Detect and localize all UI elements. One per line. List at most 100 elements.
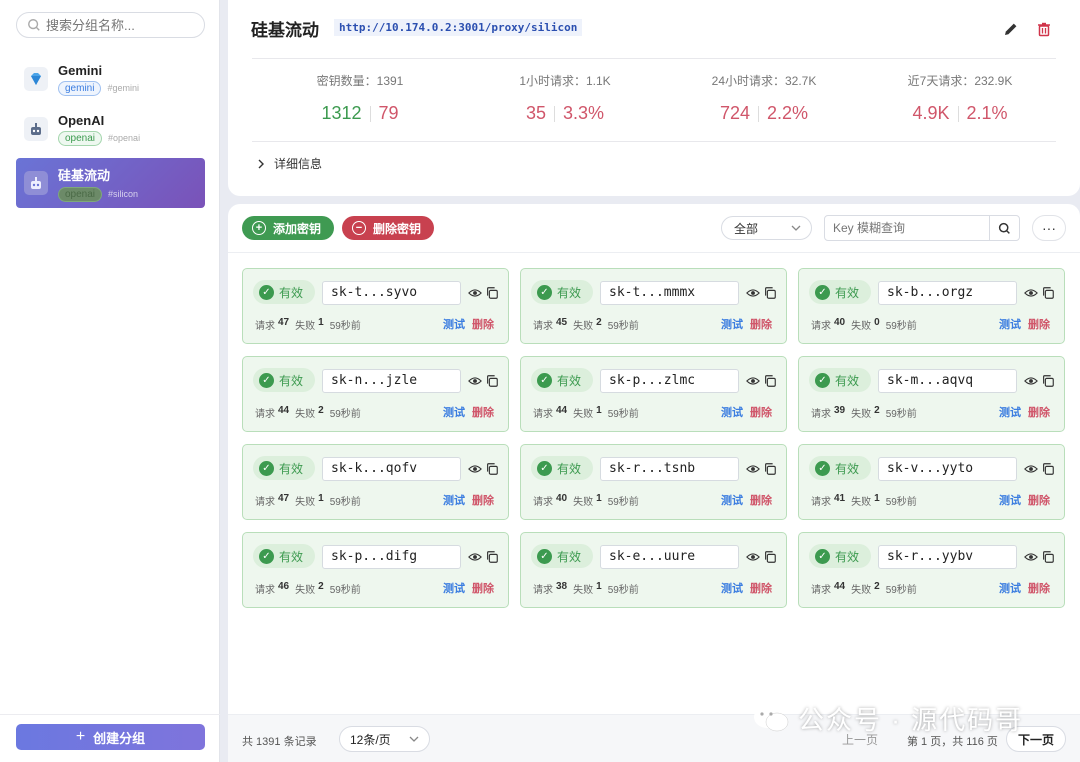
add-key-button[interactable]: + 添加密钥 [242,216,334,240]
eye-icon[interactable] [468,550,482,564]
remove-key-button[interactable]: 删除 [750,580,772,596]
edit-icon[interactable] [1003,21,1019,37]
test-key-button[interactable]: 测试 [999,580,1021,596]
key-value-field[interactable]: sk-b...orgz [878,281,1017,305]
group-item-silicon[interactable]: 硅基流动 openai #silicon [16,158,205,208]
stat-fail-rate: 3.3% [563,103,605,123]
check-circle-icon: ✓ [537,460,552,476]
test-key-button[interactable]: 测试 [721,580,743,596]
key-value-field[interactable]: sk-r...tsnb [600,457,739,481]
test-key-button[interactable]: 测试 [443,580,465,596]
key-value-field[interactable]: sk-v...yyto [878,457,1017,481]
remove-key-button[interactable]: 删除 [1028,492,1050,508]
copy-icon[interactable] [763,374,777,388]
key-usage-stats: 请求 40 失败 0 59秒前 [811,317,917,332]
request-label: 请求 [533,497,553,508]
fail-count: 1 [874,493,880,504]
request-count: 44 [834,581,846,592]
key-card: ✓ 有效 sk-e...uure 请求 38 失败 1 59秒前 测试 删除 [520,532,787,608]
last-used-time: 59秒前 [607,497,639,508]
page-size-select[interactable]: 12条/页 [339,726,430,752]
remove-key-button[interactable]: 删除 [1028,580,1050,596]
test-key-button[interactable]: 测试 [721,404,743,420]
remove-key-button[interactable]: 删除 [750,492,772,508]
group-search-input[interactable] [46,17,196,33]
copy-icon[interactable] [763,462,777,476]
status-filter-select[interactable]: 全部 [721,216,812,240]
copy-icon[interactable] [763,286,777,300]
test-key-button[interactable]: 测试 [721,492,743,508]
key-value-field[interactable]: sk-t...mmmx [600,281,739,305]
test-key-button[interactable]: 测试 [999,404,1021,420]
key-value-field[interactable]: sk-e...uure [600,545,739,569]
key-value-field[interactable]: sk-k...qofv [322,457,461,481]
copy-icon[interactable] [1041,462,1055,476]
key-value-field[interactable]: sk-r...yybv [878,545,1017,569]
remove-key-button[interactable]: 删除 [750,404,772,420]
divider [252,58,1056,59]
details-toggle[interactable]: 详细信息 [256,155,322,172]
test-key-button[interactable]: 测试 [443,316,465,332]
test-key-button[interactable]: 测试 [721,316,743,332]
remove-key-button[interactable]: 删除 [472,580,494,596]
copy-icon[interactable] [1041,550,1055,564]
group-item-gemini[interactable]: Gemini gemini #gemini [16,54,205,104]
fail-label: 失败 [295,585,316,596]
fail-label: 失败 [851,409,872,420]
remove-key-button[interactable]: 删除 [1028,404,1050,420]
key-status: 有效 [557,373,582,388]
remove-key-button[interactable]: 删除 [472,492,494,508]
test-key-button[interactable]: 测试 [999,492,1021,508]
copy-icon[interactable] [485,286,499,300]
remove-key-button[interactable]: 删除 [472,316,494,332]
eye-icon[interactable] [1024,374,1038,388]
copy-icon[interactable] [1041,286,1055,300]
page-title: 硅基流动 [251,21,319,40]
key-search-button[interactable] [989,216,1019,240]
group-id: #openai [108,133,141,143]
eye-icon[interactable] [1024,462,1038,476]
key-value-field[interactable]: sk-n...jzle [322,369,461,393]
fail-count: 2 [318,405,324,416]
stat-fail-rate: 2.1% [966,103,1008,123]
group-item-openai[interactable]: OpenAI openai #openai [16,104,205,154]
key-value-field[interactable]: sk-t...syvo [322,281,461,305]
create-group-button[interactable]: + 创建分组 [16,724,205,750]
fail-count: 2 [874,581,880,592]
eye-icon[interactable] [468,286,482,300]
group-header-card: 硅基流动 http://10.174.0.2:3001/proxy/silico… [228,0,1080,196]
copy-icon[interactable] [1041,374,1055,388]
test-key-button[interactable]: 测试 [443,492,465,508]
key-value-field[interactable]: sk-m...aqvq [878,369,1017,393]
eye-icon[interactable] [1024,550,1038,564]
eye-icon[interactable] [1024,286,1038,300]
remove-key-button[interactable]: 删除 [472,404,494,420]
eye-icon[interactable] [746,550,760,564]
eye-icon[interactable] [468,374,482,388]
more-options-button[interactable]: ··· [1032,215,1066,241]
key-usage-stats: 请求 47 失败 1 59秒前 [255,493,361,508]
key-search-box [824,215,1020,241]
fail-count: 0 [874,317,880,328]
eye-icon[interactable] [746,374,760,388]
key-search-input[interactable] [825,221,989,235]
key-value-field[interactable]: sk-p...zlmc [600,369,739,393]
copy-icon[interactable] [485,550,499,564]
key-value-field[interactable]: sk-p...difg [322,545,461,569]
test-key-button[interactable]: 测试 [443,404,465,420]
test-key-button[interactable]: 测试 [999,316,1021,332]
key-usage-stats: 请求 47 失败 1 59秒前 [255,317,361,332]
copy-icon[interactable] [485,462,499,476]
eye-icon[interactable] [746,462,760,476]
delete-key-button[interactable]: − 删除密钥 [342,216,434,240]
copy-icon[interactable] [485,374,499,388]
request-label: 请求 [255,409,275,420]
copy-icon[interactable] [763,550,777,564]
remove-key-button[interactable]: 删除 [1028,316,1050,332]
group-search-box[interactable] [16,12,205,38]
remove-key-button[interactable]: 删除 [750,316,772,332]
proxy-url[interactable]: http://10.174.0.2:3001/proxy/silicon [334,19,583,36]
eye-icon[interactable] [746,286,760,300]
trash-icon[interactable] [1036,21,1052,37]
eye-icon[interactable] [468,462,482,476]
